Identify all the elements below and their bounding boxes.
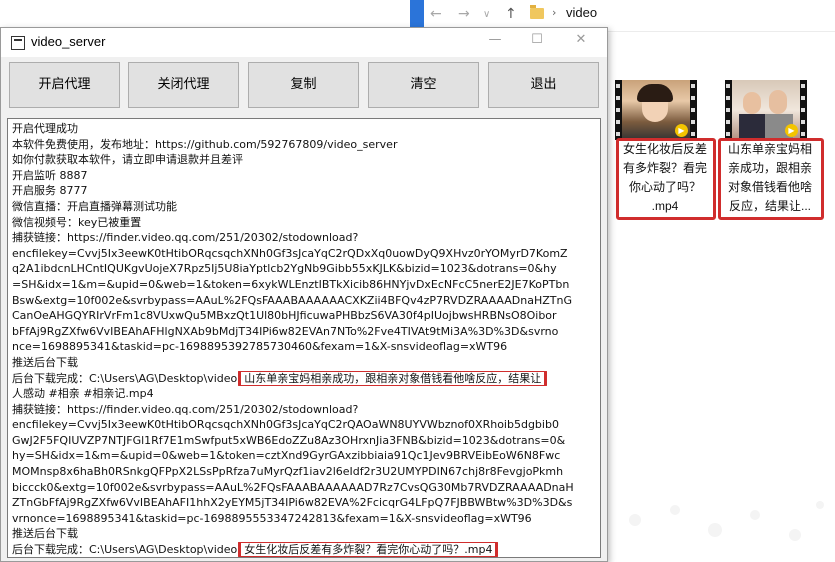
log-line: vrnonce=1698895341&taskid=pc-16988955533… (12, 511, 532, 525)
log-line: 捕获链接：https://finder.video.qq.com/251/203… (12, 231, 359, 245)
play-badge-icon: ▶ (675, 124, 688, 137)
app-icon (11, 36, 25, 50)
file-name-label[interactable]: 山东单亲宝妈相 亲成功，跟相亲 对象借钱看他啥 反应，结果让... (722, 140, 818, 216)
download-label: 后台下载完成： (12, 371, 89, 385)
log-line: 开启监听 8887 (12, 168, 88, 182)
watermark-graphic (629, 501, 824, 541)
minimize-icon[interactable]: — (485, 32, 505, 47)
log-line: nce=1698895341&taskid=pc-169889539278573… (12, 340, 508, 354)
stop-proxy-button[interactable]: 关闭代理 (128, 62, 239, 108)
log-line: 推送后台下载 (12, 355, 78, 369)
up-arrow-icon[interactable]: ↑ (505, 6, 517, 22)
video-server-window: video_server — ☐ ✕ 开启代理 关闭代理 复制 清空 退出 开启… (0, 27, 608, 562)
breadcrumb-chevron-icon: › (552, 6, 557, 19)
log-line: 微信直播：开启直播弹幕测试功能 (12, 199, 177, 213)
breadcrumb[interactable]: video (566, 5, 597, 20)
log-line: biccck0&extg=10f002e&svrbypass=AAuL%2FQs… (12, 480, 574, 494)
log-line: 人感动 #相亲 #相亲记.mp4 (12, 387, 154, 401)
copy-button[interactable]: 复制 (248, 62, 359, 108)
window-edge (410, 0, 424, 30)
log-line: 推送后台下载 (12, 527, 78, 541)
log-line: q2A1ibdcnLHCntIQUKgvUojeX7Rpz5Ij5U8iaYpt… (12, 262, 557, 276)
log-line: 微信视频号：key已被重置 (12, 215, 142, 229)
clear-button[interactable]: 清空 (368, 62, 479, 108)
download-path: C:\Users\AG\Desktop\video (89, 371, 238, 385)
start-proxy-button[interactable]: 开启代理 (9, 62, 120, 108)
log-line: 如你付款获取本软件，请立即申请退款并且差评 (12, 153, 243, 167)
log-line: encfilekey=Cvvj5Ix3eewK0tHtibORqcsqchXNh… (12, 418, 559, 432)
recent-dropdown-icon[interactable]: ∨ (483, 9, 490, 20)
video-thumbnail[interactable]: ▶ (725, 80, 807, 140)
log-line: Bsw&extg=10f002e&svrbypass=AAuL%2FQsFAAA… (12, 293, 572, 307)
maximize-icon[interactable]: ☐ (527, 32, 547, 47)
exit-button[interactable]: 退出 (488, 62, 599, 108)
log-line: 开启代理成功 (12, 122, 78, 135)
downloaded-filename-highlight: 山东单亲宝妈相亲成功，跟相亲对象借钱看他啥反应，结果让 (238, 370, 548, 387)
log-line: MOMnsp8x6haBh0RSnkgQFPpX2LSsPpRfza7uMyrQ… (12, 465, 564, 479)
log-line: GwJ2F5FQIUVZP7NTJFGl1Rf7E1mSwfput5xWB6Ed… (12, 433, 566, 447)
toolbar: 开启代理 关闭代理 复制 清空 退出 (1, 62, 607, 110)
download-path: C:\Users\AG\Desktop\video (89, 543, 238, 557)
download-complete-line: 后台下载完成：C:\Users\AG\Desktop\video 山东单亲宝妈相亲… (12, 370, 596, 387)
log-line: ZTnGbFfAj9RgZXfw6VvIBEAhAFI1hhX2yEYM5jT3… (12, 496, 573, 510)
log-line: 本软件免费使用，发布地址：https://github.com/59276780… (12, 137, 398, 151)
download-complete-line: 后台下载完成：C:\Users\AG\Desktop\video 女生化妆后反差有… (12, 542, 596, 557)
log-line: 捕获链接：https://finder.video.qq.com/251/203… (12, 402, 359, 416)
play-badge-icon: ▶ (785, 124, 798, 137)
download-label: 后台下载完成： (12, 543, 89, 557)
log-line: bFfAj9RgZXfw6VvIBEAhAFHlgNXAb9bMdjT34IPi… (12, 324, 559, 338)
video-thumbnail[interactable]: ▶ (615, 80, 697, 140)
log-line: =SH&idx=1&m=&upid=0&web=1&token=6xykWLEn… (12, 277, 570, 291)
file-name-label[interactable]: 女生化妆后反差 有多炸裂？看完 你心动了吗？ .mp4 (619, 140, 711, 216)
forward-arrow-icon[interactable]: → (458, 6, 470, 22)
downloaded-filename-highlight: 女生化妆后反差有多炸裂？看完你心动了吗？.mp4 (238, 542, 499, 557)
log-line: encfilekey=Cvvj5Ix3eewK0tHtibORqcsqchXNh… (12, 246, 568, 260)
log-line: hy=SH&idx=1&m=&upid=0&web=1&token=cztXnd… (12, 449, 561, 463)
folder-icon (530, 5, 544, 19)
log-line: 开启服务 8777 (12, 184, 88, 198)
close-icon[interactable]: ✕ (571, 32, 591, 47)
log-output-textarea[interactable]: 开启代理成功 本软件免费使用，发布地址：https://github.com/5… (7, 118, 601, 558)
log-line: CanOeAHGQYRIrVrFm1c8VUxwQu5MBxzQt1Ul80bH… (12, 309, 557, 323)
title-bar[interactable]: video_server — ☐ ✕ (1, 28, 607, 57)
window-title: video_server (31, 34, 106, 49)
back-arrow-icon[interactable]: ← (430, 6, 442, 22)
